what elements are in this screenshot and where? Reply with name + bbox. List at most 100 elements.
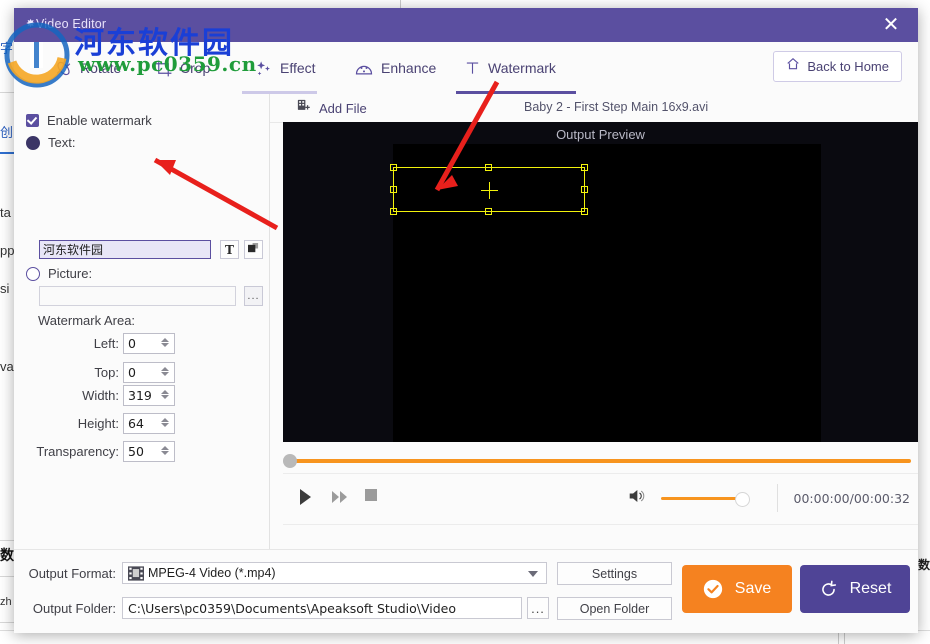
field-label: Left: <box>94 336 119 351</box>
bg-divider <box>0 576 14 577</box>
play-icon <box>297 488 313 506</box>
seek-track[interactable] <box>290 459 911 463</box>
text-color-button[interactable] <box>244 240 263 259</box>
bg-fragment: 数 <box>918 556 930 573</box>
save-label: Save <box>735 580 771 598</box>
seek-bar[interactable] <box>283 450 918 472</box>
current-file-name: Baby 2 - First Step Main 16x9.avi <box>524 100 708 114</box>
window-title: Video Editor <box>36 17 106 31</box>
bg-divider <box>0 92 14 93</box>
settings-button[interactable]: Settings <box>557 562 672 585</box>
resize-handle-sw[interactable] <box>390 208 397 215</box>
add-file-icon <box>296 98 311 118</box>
check-circle-icon <box>703 579 723 599</box>
top-value: 0 <box>128 365 136 380</box>
tab-effect[interactable]: Effect <box>254 42 316 94</box>
star-icon: ✸ <box>26 17 35 30</box>
enable-watermark-checkbox[interactable]: Enable watermark <box>26 113 152 128</box>
volume-track[interactable] <box>661 497 739 500</box>
stepper-arrows-icon[interactable] <box>161 389 170 404</box>
bg-fragment: 字 <box>0 42 13 56</box>
resize-handle-se[interactable] <box>581 208 588 215</box>
bg-divider <box>400 0 401 8</box>
resize-handle-ne[interactable] <box>581 164 588 171</box>
picture-browse-button[interactable]: ... <box>244 286 263 306</box>
add-file-label: Add File <box>319 101 367 116</box>
bg-fragment: zh <box>0 596 12 608</box>
radio-icon <box>26 136 40 150</box>
bg-divider <box>0 622 14 623</box>
bg-fragment: 创 <box>0 126 13 140</box>
preview-panel: Add File Baby 2 - First Step Main 16x9.a… <box>270 94 918 549</box>
volume-knob[interactable] <box>735 492 750 507</box>
output-preview-title: Output Preview <box>283 127 918 142</box>
home-icon <box>786 57 800 76</box>
move-crosshair-icon[interactable] <box>481 182 498 199</box>
stepper-arrows-icon[interactable] <box>161 366 170 381</box>
watermark-settings-panel: Enable watermark Text: 河东软件园 T Picture: … <box>14 94 270 549</box>
radio-icon <box>26 267 40 281</box>
output-format-label: Output Format: <box>22 566 116 581</box>
resize-handle-nw[interactable] <box>390 164 397 171</box>
fast-forward-button[interactable] <box>331 488 349 511</box>
field-width: Width: 319 <box>14 385 269 409</box>
seek-knob[interactable] <box>283 454 297 468</box>
width-stepper[interactable]: 319 <box>123 385 175 406</box>
resize-handle-e[interactable] <box>581 186 588 193</box>
watermark-area-label: Watermark Area: <box>38 313 135 328</box>
add-file-button[interactable]: Add File <box>296 98 367 118</box>
field-label: Width: <box>82 388 119 403</box>
browse-folder-button[interactable]: ... <box>527 597 549 619</box>
top-stepper[interactable]: 0 <box>123 362 175 383</box>
font-button[interactable]: T <box>220 240 239 259</box>
bg-fragment: pp <box>0 244 14 258</box>
field-label: Transparency: <box>36 444 119 459</box>
field-left: Left: 0 <box>14 333 269 357</box>
open-folder-button[interactable]: Open Folder <box>557 597 672 620</box>
transparency-stepper[interactable]: 50 <box>123 441 175 462</box>
tab-crop[interactable]: Crop <box>154 42 210 94</box>
resize-handle-w[interactable] <box>390 186 397 193</box>
output-folder-input[interactable]: C:\Users\pc0359\Documents\Apeaksoft Stud… <box>122 597 522 619</box>
output-folder-value: C:\Users\pc0359\Documents\Apeaksoft Stud… <box>128 601 456 616</box>
text-radio[interactable]: Text: <box>26 135 75 150</box>
fast-forward-icon <box>331 488 349 506</box>
watermark-text-input[interactable]: 河东软件园 <box>39 240 211 259</box>
close-icon[interactable]: ✕ <box>876 12 906 38</box>
output-format-value: MPEG-4 Video (*.mp4) <box>148 566 276 580</box>
output-preview[interactable]: Output Preview <box>283 122 918 442</box>
enable-watermark-label: Enable watermark <box>47 113 152 128</box>
bg-fragment: va <box>0 360 14 374</box>
refresh-icon <box>819 580 838 599</box>
output-format-select[interactable]: MPEG-4 Video (*.mp4) <box>122 562 547 584</box>
play-button[interactable] <box>297 488 313 511</box>
chevron-down-icon[interactable] <box>528 571 538 577</box>
tab-enhance[interactable]: Enhance <box>354 42 436 94</box>
save-button[interactable]: Save <box>682 565 792 613</box>
watermark-text-icon <box>464 58 481 78</box>
text-radio-label: Text: <box>48 135 75 150</box>
stepper-arrows-icon[interactable] <box>161 337 170 352</box>
stepper-arrows-icon[interactable] <box>161 417 170 432</box>
film-strip-icon <box>128 566 144 586</box>
bg-fragment: si <box>0 282 9 296</box>
picture-radio[interactable]: Picture: <box>26 266 92 281</box>
resize-handle-n[interactable] <box>485 164 492 171</box>
resize-handle-s[interactable] <box>485 208 492 215</box>
back-to-home-button[interactable]: Back to Home <box>773 51 902 82</box>
volume-button[interactable] <box>628 488 645 504</box>
left-stepper[interactable]: 0 <box>123 333 175 354</box>
reset-label: Reset <box>850 580 892 598</box>
rotate-icon <box>54 59 73 78</box>
bg-fragment: 数 <box>0 548 14 563</box>
stop-button[interactable] <box>364 488 379 508</box>
tab-rotate[interactable]: Rotate <box>54 42 121 94</box>
tab-watermark[interactable]: Watermark <box>464 42 556 94</box>
height-stepper[interactable]: 64 <box>123 413 175 434</box>
playback-controls: 00:00:00/00:00:32 <box>283 473 918 525</box>
watermark-selection-box[interactable] <box>393 167 585 212</box>
reset-button[interactable]: Reset <box>800 565 910 613</box>
watermark-picture-input[interactable] <box>39 286 236 306</box>
stepper-arrows-icon[interactable] <box>161 445 170 460</box>
checkbox-icon <box>26 114 39 127</box>
